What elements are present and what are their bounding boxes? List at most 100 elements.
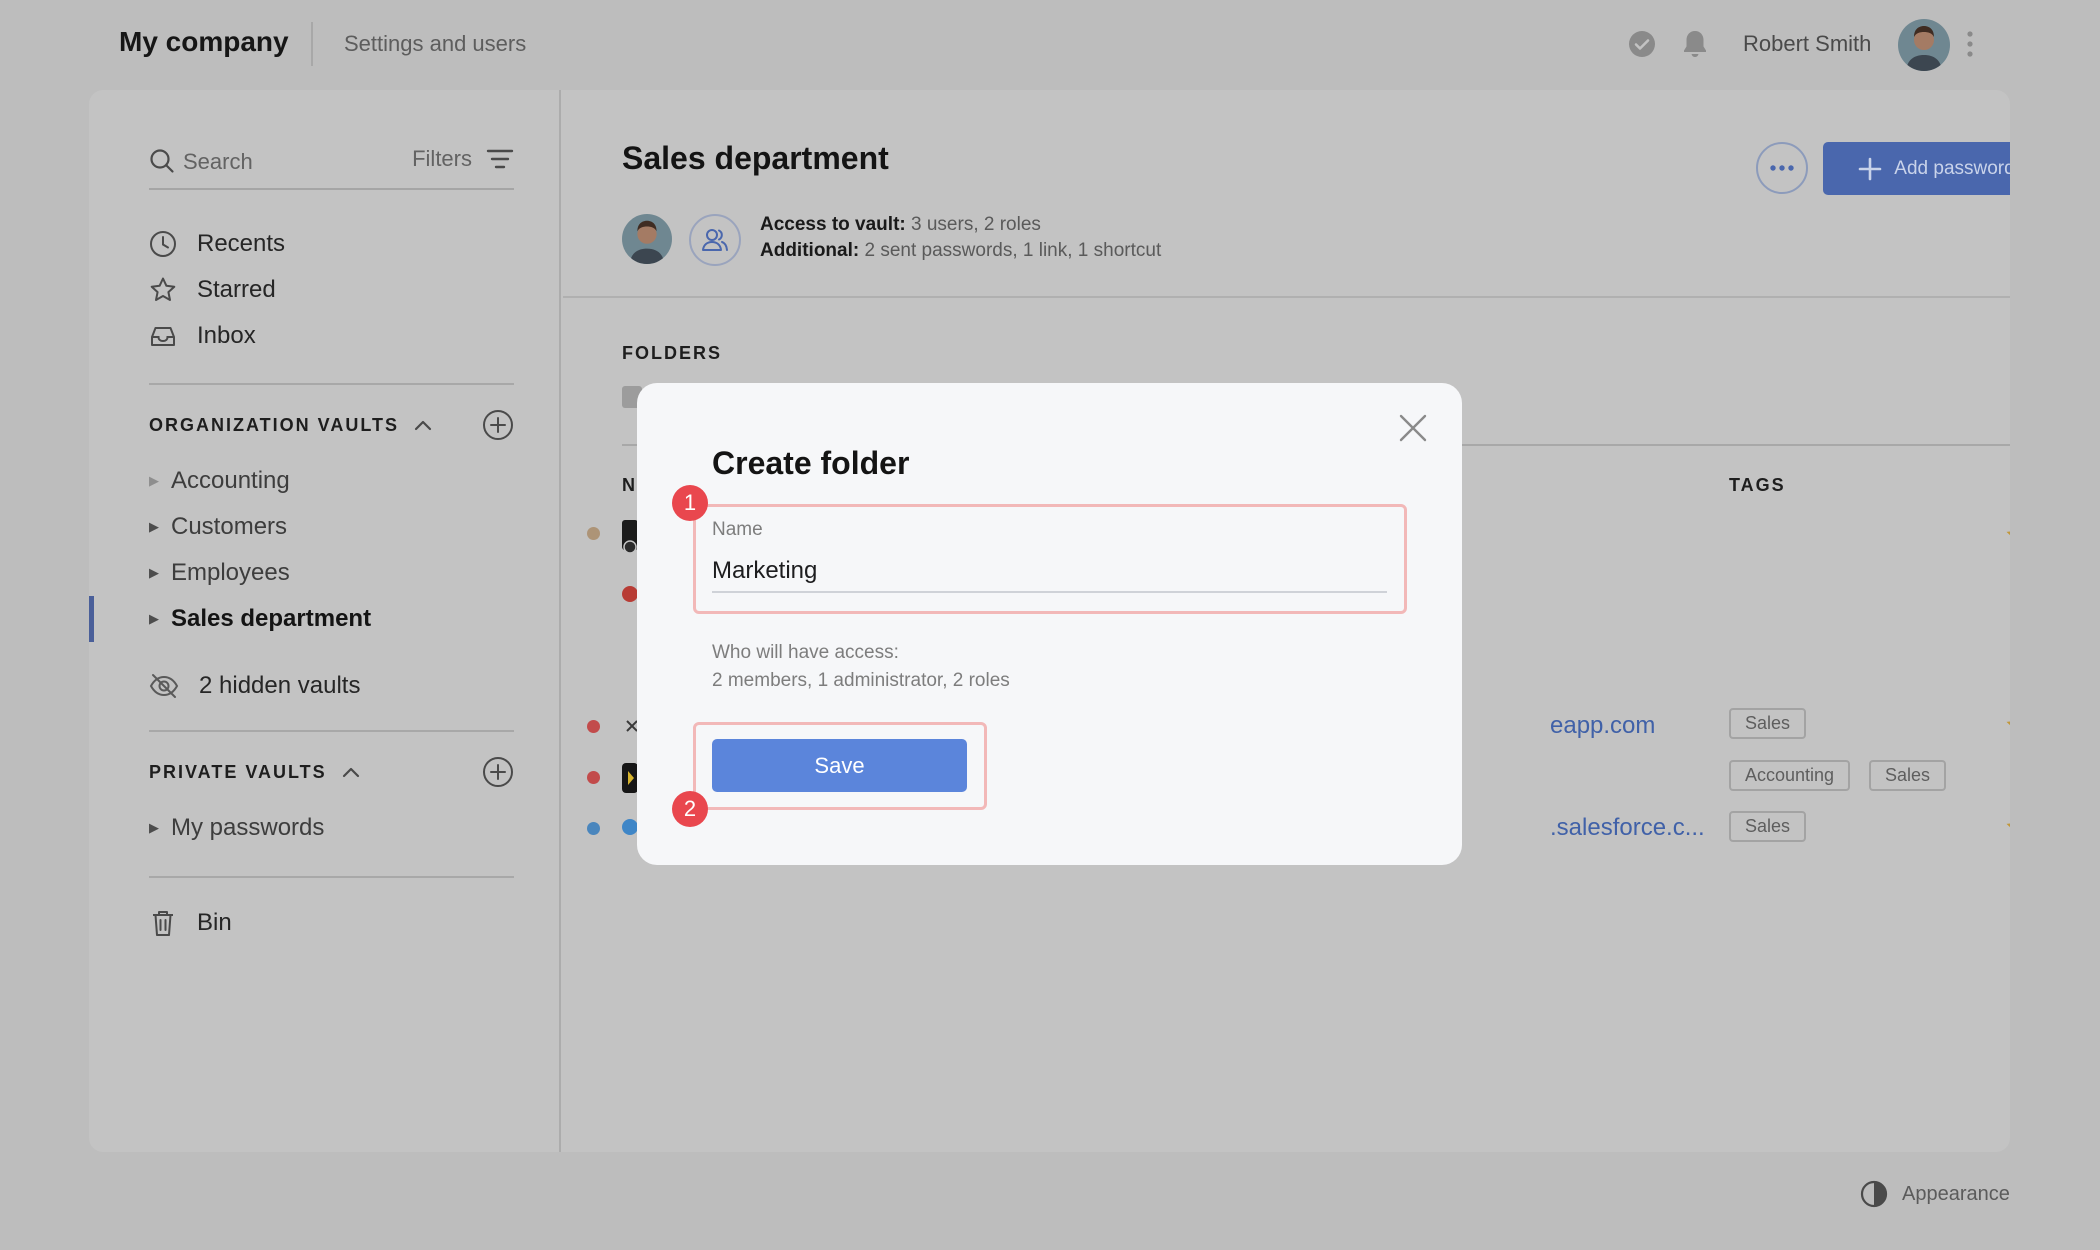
star-outline-icon [149, 276, 177, 304]
nav-bin[interactable]: Bin [149, 905, 232, 941]
folders-heading: FOLDERS [622, 343, 723, 363]
tag-chip[interactable]: Sales [1729, 708, 1807, 739]
appearance-toggle[interactable]: Appearance [1860, 1180, 2010, 1208]
access-info-value: 2 members, 1 administrator, 2 roles [712, 670, 1010, 691]
expand-arrow-icon[interactable]: ▶ [149, 820, 171, 836]
dialog-title: Create folder [712, 445, 910, 481]
section-divider [149, 730, 514, 732]
filters-label: Filters [412, 146, 472, 171]
create-folder-dialog: Create folder Name Who will have access:… [637, 383, 1462, 865]
search-icon [149, 148, 175, 174]
step-badge-2: 2 [672, 791, 708, 827]
expand-arrow-icon[interactable]: ▶ [149, 519, 171, 535]
users-roles-icon[interactable] [689, 214, 741, 266]
vault-employees[interactable]: ▶ Employees [149, 556, 290, 590]
trash-icon [149, 908, 177, 938]
nav-label: Starred [197, 276, 276, 303]
nav-recents[interactable]: Recents [149, 226, 285, 262]
private-vaults-header: PRIVATE VAULTS [149, 754, 514, 790]
user-name[interactable]: Robert Smith [1743, 31, 1871, 57]
nav-inbox[interactable]: Inbox [149, 318, 256, 354]
check-circle-icon[interactable] [1628, 30, 1656, 58]
row-color-dot [587, 720, 600, 733]
nav-starred[interactable]: Starred [149, 272, 276, 308]
row-color-dot [587, 771, 600, 784]
additional-value[interactable]: 2 sent passwords, 1 link, 1 shortcut [864, 240, 1161, 261]
inbox-icon [149, 322, 177, 350]
search-input[interactable] [183, 147, 383, 177]
clock-icon [149, 230, 177, 258]
plus-icon [1858, 157, 1882, 181]
row-color-dot [587, 527, 600, 540]
add-password-button[interactable]: Add password [1823, 142, 2010, 195]
private-vaults-title: PRIVATE VAULTS [149, 761, 327, 782]
bell-icon[interactable] [1681, 29, 1709, 59]
add-password-label: Add password [1894, 157, 2010, 179]
search-bar: Filters [149, 144, 514, 190]
add-org-vault-icon[interactable] [482, 409, 514, 441]
expand-arrow-icon[interactable]: ▶ [149, 565, 171, 581]
row-color-dot [587, 822, 600, 835]
org-vaults-title: ORGANIZATION VAULTS [149, 414, 399, 435]
nav-label: Inbox [197, 322, 256, 349]
company-name[interactable]: My company [119, 26, 289, 58]
tag-chip[interactable]: Sales [1729, 811, 1807, 842]
vault-sales-department[interactable]: ▶ Sales department [149, 602, 371, 636]
settings-and-users-link[interactable]: Settings and users [344, 31, 526, 57]
section-divider [149, 383, 514, 385]
more-options-button[interactable] [1756, 142, 1808, 194]
star-filled-icon[interactable] [2004, 814, 2010, 840]
expand-arrow-icon[interactable]: ▶ [149, 611, 171, 627]
org-vaults-header: ORGANIZATION VAULTS [149, 407, 514, 443]
hidden-vaults-label: 2 hidden vaults [199, 672, 361, 699]
access-value[interactable]: 3 users, 2 roles [911, 214, 1041, 235]
vault-label: Employees [171, 559, 290, 586]
active-indicator [89, 596, 94, 642]
star-filled-icon[interactable] [2004, 522, 2010, 548]
top-bar: My company Settings and users Robert Smi… [0, 0, 2100, 90]
vault-access-line: Access to vault: 3 users, 2 roles [760, 214, 1041, 236]
folder-name-input[interactable] [712, 551, 1387, 593]
hidden-vaults-toggle[interactable]: 2 hidden vaults [149, 668, 360, 704]
vault-customers[interactable]: ▶ Customers [149, 510, 287, 544]
save-button[interactable]: Save [712, 739, 967, 792]
appearance-label: Appearance [1902, 1182, 2010, 1205]
more-horizontal-icon [1769, 164, 1795, 172]
half-circle-icon [1860, 1180, 1888, 1208]
item-url-link[interactable]: eapp.com [1550, 712, 1655, 740]
additional-label: Additional: [760, 240, 860, 261]
header-divider [311, 22, 313, 66]
column-header-tags[interactable]: TAGS [1729, 475, 1786, 496]
more-vertical-icon[interactable] [1966, 30, 1974, 58]
column-header-name[interactable]: N [622, 475, 637, 496]
item-logo-icon [622, 520, 638, 554]
vault-my-passwords[interactable]: ▶ My passwords [149, 811, 324, 845]
chevron-up-icon[interactable] [341, 765, 361, 779]
item-logo-icon [622, 586, 638, 602]
name-field-label: Name [712, 519, 763, 540]
vault-label: Customers [171, 513, 288, 540]
salesforce-logo-icon [622, 817, 638, 837]
user-avatar[interactable] [1898, 19, 1950, 71]
star-filled-icon[interactable] [2004, 712, 2010, 738]
nav-label: Bin [197, 909, 232, 936]
chevron-up-icon[interactable] [413, 418, 433, 432]
nav-label: Recents [197, 230, 286, 257]
access-info-label: Who will have access: [712, 642, 899, 663]
vault-label: Accounting [171, 467, 290, 494]
eye-off-icon [149, 672, 179, 700]
close-icon[interactable] [1398, 413, 1428, 443]
vault-label: Sales department [171, 605, 372, 632]
add-private-vault-icon[interactable] [482, 756, 514, 788]
vault-accounting[interactable]: ▶ Accounting [149, 464, 290, 498]
expand-arrow-icon[interactable]: ▶ [149, 473, 171, 489]
tag-chip[interactable]: Sales [1869, 760, 1947, 791]
vault-additional-line: Additional: 2 sent passwords, 1 link, 1 … [760, 240, 1161, 262]
owner-avatar[interactable] [622, 214, 672, 264]
vault-label: My passwords [171, 814, 325, 841]
filters-button[interactable]: Filters [412, 146, 514, 172]
tag-chip[interactable]: Accounting [1729, 760, 1851, 791]
item-logo-icon [622, 763, 638, 793]
access-label: Access to vault: [760, 214, 906, 235]
item-url-link[interactable]: .salesforce.c... [1550, 814, 1705, 842]
